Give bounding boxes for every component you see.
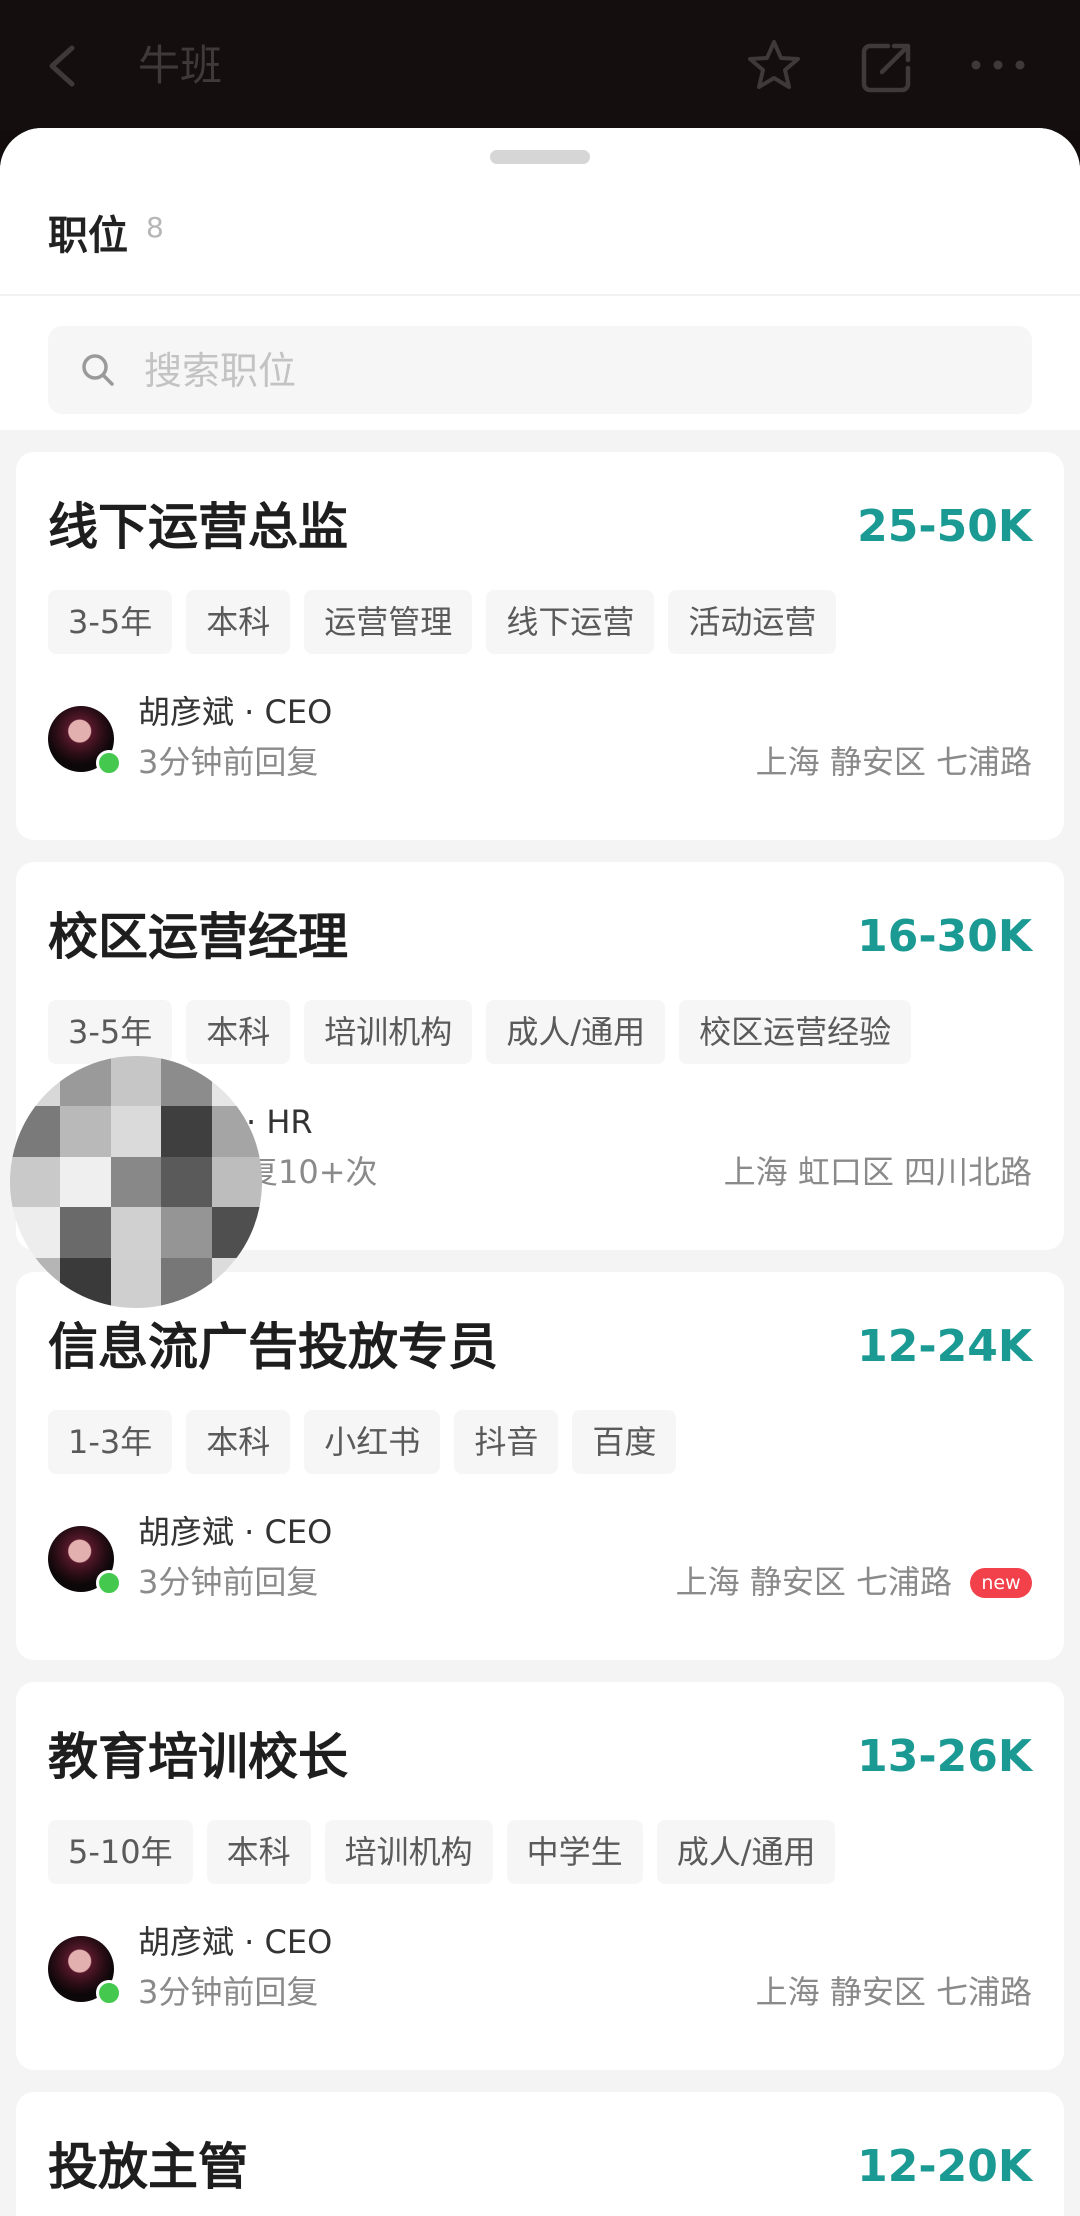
tag: 本科 <box>206 1820 311 1884</box>
search-box[interactable] <box>48 326 1032 414</box>
tag-list: 5-10年 本科 培训机构 中学生 成人/通用 <box>48 1820 836 1884</box>
job-title: 教育培训校长 <box>48 1728 348 1786</box>
recruiter-name: 胡彦斌 · CEO <box>138 1513 333 1551</box>
tag: 成人/通用 <box>656 1820 836 1884</box>
pixelated-avatar <box>10 1056 262 1308</box>
salary: 25-50K <box>857 501 1032 552</box>
salary: 12-24K <box>857 1321 1032 1372</box>
tag-list: 3-5年 本科 培训机构 成人/通用 校区运营经验 <box>48 1000 912 1064</box>
divider <box>0 294 1080 296</box>
recruiter-name: · HR <box>246 1103 313 1141</box>
tag: 本科 <box>186 1000 291 1064</box>
tag: 成人/通用 <box>486 1000 666 1064</box>
tag: 3-5年 <box>48 1000 173 1064</box>
job-card[interactable]: 投放主管 12-20K <box>16 2092 1064 2216</box>
job-location: 上海 虹口区 四川北路 <box>723 1153 1032 1191</box>
share-icon[interactable] <box>858 38 916 96</box>
reply-time: 3分钟前回复 <box>138 743 319 781</box>
tag: 本科 <box>186 1410 291 1474</box>
tag: 线下运营 <box>486 590 655 654</box>
search-input[interactable] <box>142 340 1006 402</box>
recruiter-name: 胡彦斌 · CEO <box>138 693 333 731</box>
tag: 小红书 <box>304 1410 441 1474</box>
more-icon[interactable] <box>968 50 1028 80</box>
reply-time: 3分钟前回复 <box>138 1563 319 1601</box>
new-badge: new <box>970 1568 1032 1598</box>
tag: 本科 <box>186 590 291 654</box>
section-title: 职位 <box>48 213 128 259</box>
star-icon[interactable] <box>744 36 804 96</box>
tag: 运营管理 <box>304 590 473 654</box>
online-status-dot <box>96 1980 122 2006</box>
tag: 中学生 <box>506 1820 643 1884</box>
drag-handle[interactable] <box>490 150 590 164</box>
back-icon[interactable] <box>40 36 84 96</box>
sheet-header: 职位 8 <box>0 128 1080 430</box>
tag: 1-3年 <box>48 1410 173 1474</box>
reply-time: 3分钟前回复 <box>138 1973 319 2011</box>
tag-list: 1-3年 本科 小红书 抖音 百度 <box>48 1410 677 1474</box>
job-title: 投放主管 <box>48 2138 248 2196</box>
job-title: 线下运营总监 <box>48 498 348 556</box>
salary: 12-20K <box>857 2141 1032 2192</box>
tag: 3-5年 <box>48 590 173 654</box>
tag: 抖音 <box>454 1410 559 1474</box>
online-status-dot <box>96 750 122 776</box>
job-card[interactable]: 线下运营总监 25-50K 3-5年 本科 运营管理 线下运营 活动运营 胡彦斌… <box>16 452 1064 840</box>
salary: 13-26K <box>857 1731 1032 1782</box>
job-count: 8 <box>146 211 164 244</box>
job-location: 上海 静安区 七浦路 <box>675 1563 952 1601</box>
job-title: 信息流广告投放专员 <box>48 1318 498 1376</box>
search-icon <box>82 354 114 386</box>
page-title: 牛班 <box>138 41 223 90</box>
online-status-dot <box>96 1570 122 1596</box>
tag: 5-10年 <box>48 1820 193 1884</box>
recruiter-name: 胡彦斌 · CEO <box>138 1923 333 1961</box>
tag: 培训机构 <box>304 1000 473 1064</box>
job-location: 上海 静安区 七浦路 <box>755 743 1032 781</box>
top-bar: 牛班 <box>0 0 1080 130</box>
job-card[interactable]: 教育培训校长 13-26K 5-10年 本科 培训机构 中学生 成人/通用 胡彦… <box>16 1682 1064 2070</box>
salary: 16-30K <box>857 911 1032 962</box>
tag: 百度 <box>572 1410 677 1474</box>
tag-list: 3-5年 本科 运营管理 线下运营 活动运营 <box>48 590 837 654</box>
job-location: 上海 静安区 七浦路 <box>755 1973 1032 2011</box>
tag: 培训机构 <box>324 1820 493 1884</box>
reply-stat: 复10+次 <box>246 1153 378 1191</box>
job-card[interactable]: 信息流广告投放专员 12-24K 1-3年 本科 小红书 抖音 百度 胡彦斌 ·… <box>16 1272 1064 1660</box>
job-title: 校区运营经理 <box>48 908 348 966</box>
tag: 活动运营 <box>668 590 837 654</box>
tag: 校区运营经验 <box>679 1000 912 1064</box>
